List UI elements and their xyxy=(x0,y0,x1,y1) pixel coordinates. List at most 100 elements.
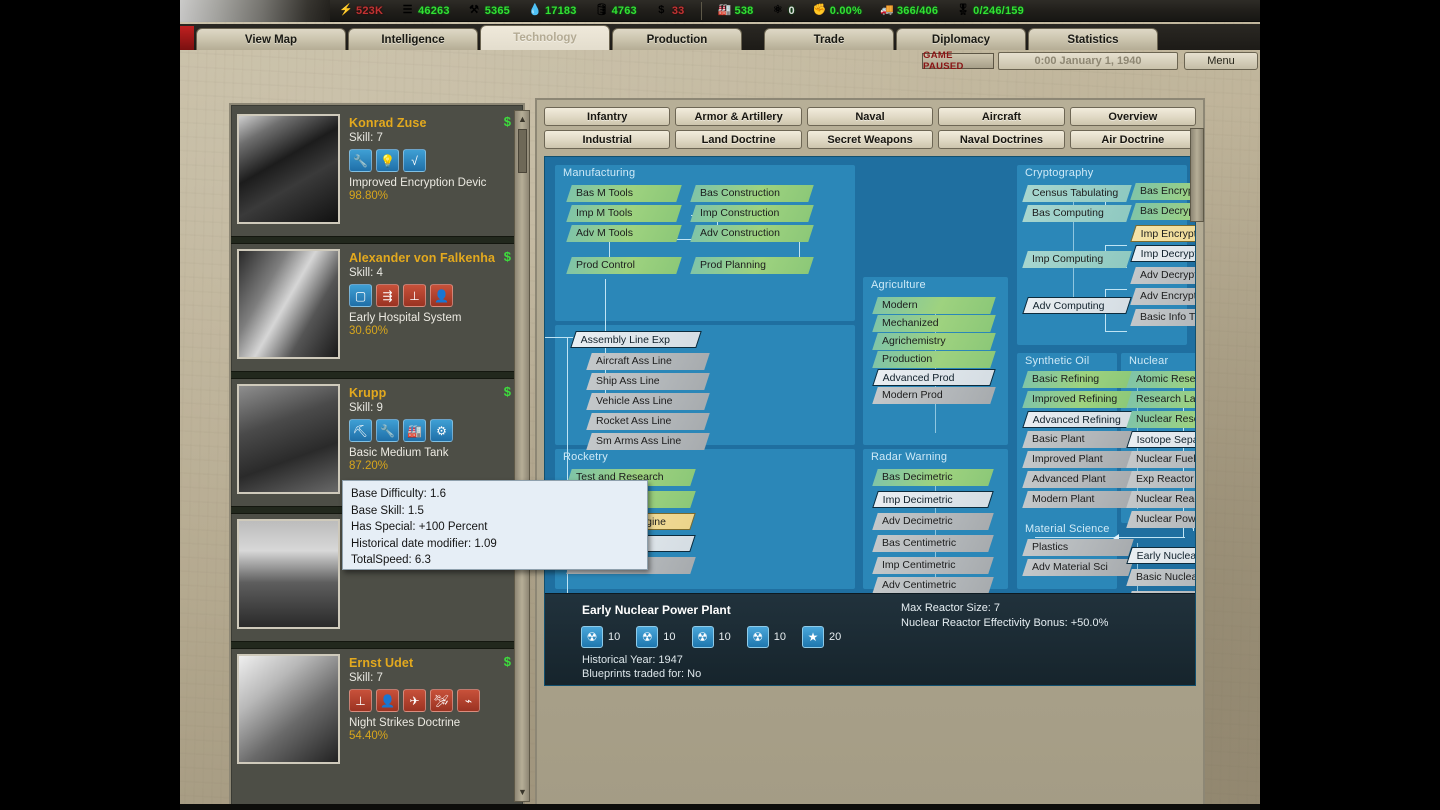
tech-node-mechanized[interactable]: Mechanized xyxy=(872,315,996,332)
tech-node-basic-nuclear-powe[interactable]: Basic Nuclear Powe xyxy=(1126,569,1196,586)
tech-node-bas-computing[interactable]: Bas Computing xyxy=(1022,205,1132,222)
research-team-row[interactable]: Alexander von Falkenha$Skill: 4▢⇶⊥👤Early… xyxy=(237,244,517,371)
tech-node-isotope-separation[interactable]: Isotope Separation xyxy=(1126,431,1196,448)
category-secret-weapons[interactable]: Secret Weapons xyxy=(807,130,933,149)
category-armor-artillery[interactable]: Armor & Artillery xyxy=(675,107,801,126)
tech-node-adv-m-tools[interactable]: Adv M Tools xyxy=(566,225,682,242)
tech-node-imp-m-tools[interactable]: Imp M Tools xyxy=(566,205,682,222)
tech-node-bas-decryption[interactable]: Bas Decryption xyxy=(1130,203,1196,220)
tech-node-bas-centimetric[interactable]: Bas Centimetric xyxy=(872,535,994,552)
tech-node-aircraft-ass-line[interactable]: Aircraft Ass Line xyxy=(586,353,710,370)
tab-intelligence[interactable]: Intelligence xyxy=(348,28,478,50)
tech-node-nuclear-power[interactable]: Nuclear Power xyxy=(1126,511,1196,528)
tech-node-adv-centimetric[interactable]: Adv Centimetric xyxy=(872,577,994,594)
scrollbar-thumb[interactable] xyxy=(518,129,527,173)
tech-node-plastics[interactable]: Plastics xyxy=(1022,539,1134,556)
tech-node-bas-encryption[interactable]: Bas Encryption xyxy=(1130,183,1196,200)
tab-view-map[interactable]: View Map xyxy=(196,28,346,50)
team-list-scrollbar[interactable]: ▲ ▼ xyxy=(514,110,530,802)
tech-node-prod-planning[interactable]: Prod Planning xyxy=(690,257,814,274)
specialty-icon: ⛏ xyxy=(349,419,372,442)
tech-node-imp-decimetric[interactable]: Imp Decimetric xyxy=(872,491,994,508)
scroll-up-icon[interactable]: ▲ xyxy=(517,114,528,125)
component-value: 10 xyxy=(608,631,620,643)
tech-node-research-labs[interactable]: Research Labs xyxy=(1126,391,1196,408)
tech-node-adv-construction[interactable]: Adv Construction xyxy=(690,225,814,242)
officers-icon: 🎖 xyxy=(956,4,969,17)
tech-node-atomic-research[interactable]: Atomic Research xyxy=(1126,371,1196,388)
tech-node-sm-arms-ass-line[interactable]: Sm Arms Ass Line xyxy=(586,433,710,450)
tech-node-imp-decryption[interactable]: Imp Decryption xyxy=(1130,245,1196,262)
category-overview[interactable]: Overview xyxy=(1070,107,1196,126)
category-naval-doctrines[interactable]: Naval Doctrines xyxy=(938,130,1064,149)
tab-diplomacy[interactable]: Diplomacy xyxy=(896,28,1026,50)
technology-tree-board[interactable]: Manufacturing Agriculture Rocketry Radar… xyxy=(544,156,1196,686)
tech-node-bas-m-tools[interactable]: Bas M Tools xyxy=(566,185,682,202)
team-cost-icon: $ xyxy=(504,249,511,264)
tech-node-adv-decryption[interactable]: Adv Decryption xyxy=(1130,267,1196,284)
tab-statistics[interactable]: Statistics xyxy=(1028,28,1158,50)
tech-node-production[interactable]: Production xyxy=(872,351,996,368)
tech-node-adv-material-sci[interactable]: Adv Material Sci xyxy=(1022,559,1134,576)
research-team-row[interactable]: Konrad Zuse$Skill: 7🔧💡√Improved Encrypti… xyxy=(237,109,517,236)
tech-node-modern-prod[interactable]: Modern Prod xyxy=(872,387,996,404)
tech-label: Prod Planning xyxy=(700,257,811,274)
tech-node-basic-plant[interactable]: Basic Plant xyxy=(1022,431,1134,448)
menu-button[interactable]: Menu xyxy=(1184,52,1258,70)
category-air-doctrine[interactable]: Air Doctrine xyxy=(1070,130,1196,149)
category-land-doctrine[interactable]: Land Doctrine xyxy=(675,130,801,149)
category-aircraft[interactable]: Aircraft xyxy=(938,107,1064,126)
tooltip-line: Has Special: +100 Percent xyxy=(351,519,639,536)
tech-node-basic-refining[interactable]: Basic Refining xyxy=(1022,371,1134,388)
category-industrial[interactable]: Industrial xyxy=(544,130,670,149)
technology-category-tabs[interactable]: Infantry Armor & Artillery Naval Aircraft Ov… xyxy=(544,107,1196,149)
tech-panel-scrollbar[interactable] xyxy=(1190,128,1204,222)
tech-node-bas-construction[interactable]: Bas Construction xyxy=(690,185,814,202)
tech-node-adv-computing[interactable]: Adv Computing xyxy=(1022,297,1132,314)
tech-node-rocket-ass-line[interactable]: Rocket Ass Line xyxy=(586,413,710,430)
group-title-radar-warning: Radar Warning xyxy=(871,451,947,463)
tech-node-agrichemistry[interactable]: Agrichemistry xyxy=(872,333,996,350)
tech-node-bas-decimetric[interactable]: Bas Decimetric xyxy=(872,469,994,486)
component-value: 10 xyxy=(663,631,675,643)
tech-node-nuclear-fuel[interactable]: Nuclear Fuel xyxy=(1126,451,1196,468)
transports-icon: 🚚 xyxy=(880,4,893,17)
tab-technology[interactable]: Technology xyxy=(480,25,610,50)
tech-node-nuclear-reactor[interactable]: Nuclear Reactor xyxy=(1126,491,1196,508)
tech-node-advanced-prod[interactable]: Advanced Prod xyxy=(872,369,996,386)
research-team-row[interactable]: Ernst Udet$Skill: 7⊥👤✈🛩⌁Night Strikes Do… xyxy=(237,649,517,776)
tech-node-imp-encryption[interactable]: Imp Encryption xyxy=(1130,225,1196,242)
tech-node-advanced-refining[interactable]: Advanced Refining xyxy=(1022,411,1134,428)
specialty-icon: 🛩 xyxy=(430,689,453,712)
tech-node-improved-refining[interactable]: Improved Refining xyxy=(1022,391,1134,408)
tab-trade[interactable]: Trade xyxy=(764,28,894,50)
tech-node-imp-construction[interactable]: Imp Construction xyxy=(690,205,814,222)
tech-node-vehicle-ass-line[interactable]: Vehicle Ass Line xyxy=(586,393,710,410)
category-naval[interactable]: Naval xyxy=(807,107,933,126)
tech-node-ship-ass-line[interactable]: Ship Ass Line xyxy=(586,373,710,390)
tech-node-prod-control[interactable]: Prod Control xyxy=(566,257,682,274)
tech-node-exp-reactor[interactable]: Exp Reactor xyxy=(1126,471,1196,488)
resource-group-secondary: 🏭538⚛0✊0.00%🚚366/406🎖0/246/159 xyxy=(709,4,1033,17)
tech-node-advanced-plant[interactable]: Advanced Plant xyxy=(1022,471,1134,488)
main-tab-bar[interactable]: View Map Intelligence TechnologyProduction… xyxy=(180,24,1260,50)
tech-node-early-nuclear-power[interactable]: Early Nuclear Power xyxy=(1126,547,1196,564)
tech-node-nuclear-research[interactable]: Nuclear Research xyxy=(1126,411,1196,428)
scroll-down-icon[interactable]: ▼ xyxy=(517,787,528,798)
tech-node-census-tabulating[interactable]: Census Tabulating xyxy=(1022,185,1132,202)
tech-node-assembly-line-exp[interactable]: Assembly Line Exp xyxy=(570,331,702,348)
tech-label: Adv Construction xyxy=(700,225,811,242)
tech-label: Early Nuclear Power xyxy=(1137,548,1196,564)
tech-node-improved-plant[interactable]: Improved Plant xyxy=(1022,451,1134,468)
category-infantry[interactable]: Infantry xyxy=(544,107,670,126)
tech-node-imp-centimetric[interactable]: Imp Centimetric xyxy=(872,557,994,574)
tech-component: ★20 xyxy=(802,626,841,648)
tech-node-modern-plant[interactable]: Modern Plant xyxy=(1022,491,1134,508)
tab-label: Intelligence xyxy=(381,34,444,46)
tech-node-imp-computing[interactable]: Imp Computing xyxy=(1022,251,1132,268)
tech-node-basic-info-theory[interactable]: Basic Info Theory xyxy=(1130,309,1196,326)
tech-node-adv-encryption[interactable]: Adv Encryption xyxy=(1130,288,1196,305)
tech-node-adv-decimetric[interactable]: Adv Decimetric xyxy=(872,513,994,530)
tech-node-modern[interactable]: Modern xyxy=(872,297,996,314)
tab-production[interactable]: Production xyxy=(612,28,742,50)
